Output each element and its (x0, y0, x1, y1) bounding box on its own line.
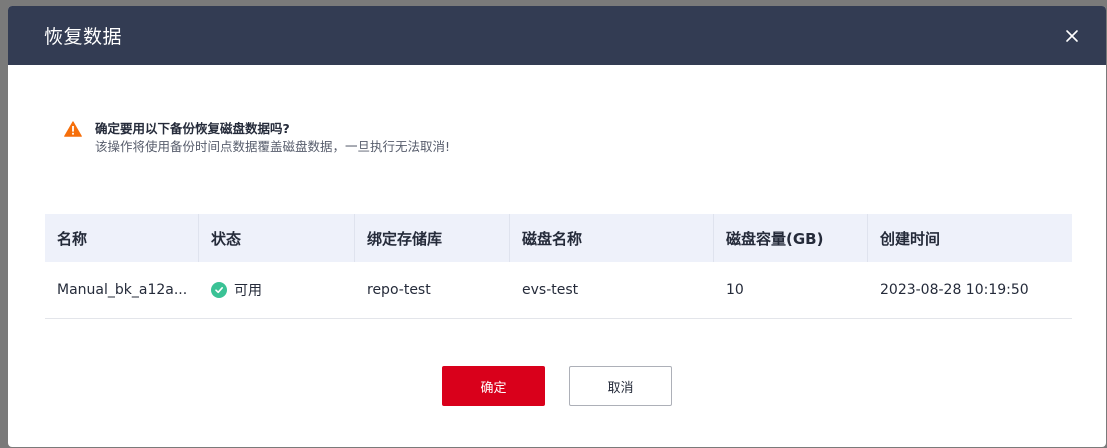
dialog-footer: 确定 取消 (8, 366, 1106, 406)
confirm-button[interactable]: 确定 (442, 366, 545, 406)
table-row: Manual_bk_a12a... 可用 repo-test evs-test … (45, 262, 1072, 319)
warning-message: 确定要用以下备份恢复磁盘数据吗? 该操作将使用备份时间点数据覆盖磁盘数据，一旦执… (64, 120, 450, 155)
table-header: 名称 状态 绑定存储库 磁盘名称 磁盘容量(GB) 创建时间 (45, 214, 1072, 262)
restore-data-dialog: 恢复数据 确定要用以下备份恢复磁盘数据吗? 该操作将使用备份时间点数据覆盖磁盘数… (8, 6, 1106, 447)
column-header-disk-name[interactable]: 磁盘名称 (510, 214, 714, 262)
warning-title: 确定要用以下备份恢复磁盘数据吗? (95, 121, 290, 136)
column-header-name[interactable]: 名称 (45, 214, 199, 262)
column-header-repository[interactable]: 绑定存储库 (355, 214, 510, 262)
column-header-status[interactable]: 状态 (199, 214, 355, 262)
dialog-header: 恢复数据 (8, 6, 1106, 65)
cell-created-time: 2023-08-28 10:19:50 (880, 282, 1029, 298)
column-header-created-time[interactable]: 创建时间 (868, 214, 1072, 262)
dialog-title: 恢复数据 (44, 26, 123, 48)
status-label: 可用 (234, 283, 262, 299)
column-header-disk-capacity[interactable]: 磁盘容量(GB) (714, 214, 868, 262)
cell-disk-name: evs-test (522, 282, 579, 298)
cell-repository: repo-test (367, 282, 431, 298)
close-icon (1066, 29, 1078, 42)
check-circle-icon (211, 282, 227, 298)
warning-text: 确定要用以下备份恢复磁盘数据吗? 该操作将使用备份时间点数据覆盖磁盘数据，一旦执… (95, 120, 450, 155)
warning-description: 该操作将使用备份时间点数据覆盖磁盘数据，一旦执行无法取消! (95, 139, 451, 154)
cell-name: Manual_bk_a12a... (57, 282, 188, 298)
cell-status: 可用 (199, 280, 355, 300)
backup-table: 名称 状态 绑定存储库 磁盘名称 磁盘容量(GB) 创建时间 Manual_bk… (45, 214, 1072, 319)
cancel-button[interactable]: 取消 (569, 366, 672, 406)
cell-disk-capacity: 10 (726, 282, 744, 298)
warning-icon (64, 121, 82, 137)
close-button[interactable] (1060, 24, 1084, 48)
